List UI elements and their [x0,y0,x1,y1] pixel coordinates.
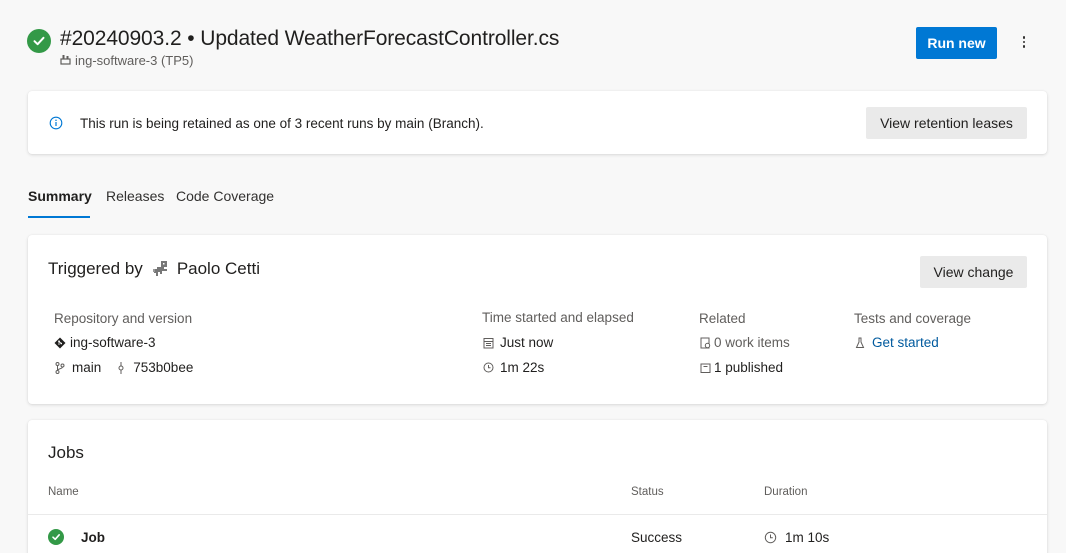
summary-card: Triggered by Paolo Cetti View change Rep… [28,235,1047,404]
run-new-button[interactable]: Run new [916,27,997,59]
repository-link[interactable]: ing-software-3 [54,335,156,350]
repository-name: ing-software-3 [70,335,156,350]
info-icon [49,116,63,135]
tests-heading: Tests and coverage [854,311,972,326]
related-heading: Related [699,311,746,326]
time-elapsed-row: 1m 22s [482,360,544,375]
column-header-name: Name [48,486,79,498]
commit-id[interactable]: 753b0bee [133,360,193,375]
branch-name[interactable]: main [72,360,101,375]
clock-icon [482,362,494,373]
time-started: Just now [500,335,554,350]
retention-message: This run is being retained as one of 3 r… [80,116,484,131]
work-items-link[interactable]: 0 work items [699,335,790,350]
job-name: Job [81,530,106,545]
avatar [151,259,171,279]
artifact-icon [699,362,711,374]
job-duration-cell: 1m 10s [764,530,829,545]
time-heading: Time started and elapsed [482,310,634,325]
branch-commit-row: main 753b0bee [54,360,193,375]
work-item-icon [699,337,711,349]
view-change-button[interactable]: View change [920,256,1027,288]
tab-releases[interactable]: Releases [106,188,164,204]
jobs-card: Jobs Name Status Duration Job Success 1m… [28,420,1047,553]
status-success-icon [27,29,51,53]
triggered-by: Triggered by Paolo Cetti [48,259,260,279]
triggered-by-label: Triggered by [48,259,143,278]
page-title: #20240903.2 • Updated WeatherForecastCon… [60,27,560,50]
column-header-duration: Duration [764,486,808,498]
work-items-count: 0 work items [714,335,790,350]
branch-icon [54,361,66,374]
pipeline-icon [60,53,71,68]
job-status: Success [631,530,683,545]
job-success-icon [48,529,64,545]
tests-get-started[interactable]: Get started [854,335,939,350]
git-repo-icon [54,337,66,349]
time-started-row: Just now [482,335,553,350]
calendar-icon [482,337,494,349]
job-duration: 1m 10s [785,530,830,545]
view-retention-leases-button[interactable]: View retention leases [866,107,1027,139]
tab-summary[interactable]: Summary [28,188,92,204]
column-header-status: Status [631,486,664,498]
retention-banner: This run is being retained as one of 3 r… [28,91,1047,154]
published-count: 1 published [714,360,784,375]
jobs-title: Jobs [48,443,84,462]
pipeline-label: ing-software-3 (TP5) [75,53,194,68]
table-row[interactable]: Job Success 1m 10s [28,515,1047,553]
clock-icon [764,531,777,544]
repository-heading: Repository and version [54,311,193,326]
active-tab-indicator [28,216,90,218]
triggered-by-user[interactable]: Paolo Cetti [177,259,260,279]
beaker-icon [854,337,866,349]
artifacts-link[interactable]: 1 published [699,360,783,375]
get-started-link[interactable]: Get started [872,335,939,350]
time-elapsed: 1m 22s [500,360,545,375]
tab-code-coverage[interactable]: Code Coverage [176,188,274,204]
commit-icon [115,361,127,374]
pipeline-name[interactable]: ing-software-3 (TP5) [60,53,193,68]
more-vertical-icon[interactable] [1014,32,1034,52]
